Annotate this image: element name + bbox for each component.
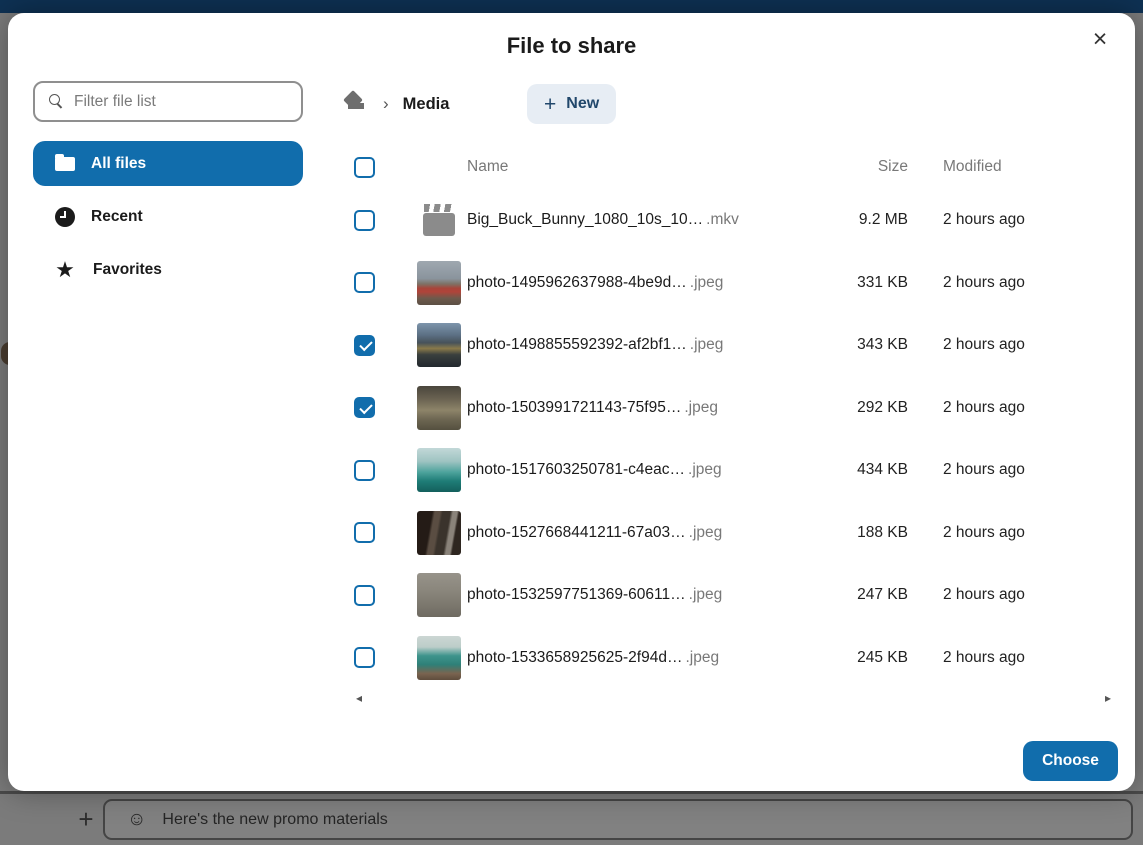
scroll-right-icon[interactable]: ▸ (1105, 691, 1111, 705)
chat-message-bar: + ☺ Here's the new promo materials (0, 791, 1143, 845)
file-modified: 2 hours ago (943, 524, 1025, 541)
sidebar-item-all-files[interactable]: All files (33, 141, 303, 186)
file-extension: .jpeg (690, 336, 724, 354)
file-name: Big_Buck_Bunny_1080_10s_10… (467, 211, 703, 229)
file-row[interactable]: photo-1533658925625-2f94d… .jpeg 245 KB … (354, 627, 1115, 690)
file-checkbox[interactable] (354, 522, 375, 543)
file-size: 188 KB (857, 524, 908, 541)
top-navbar (0, 0, 1143, 13)
new-button-label: New (566, 95, 599, 113)
file-modified: 2 hours ago (943, 211, 1025, 228)
sidebar: All files Recent ★ Favorites (33, 141, 303, 292)
file-modified: 2 hours ago (943, 586, 1025, 603)
file-checkbox[interactable] (354, 460, 375, 481)
chat-attach-button: + (70, 800, 102, 840)
file-size: 245 KB (857, 649, 908, 666)
file-checkbox[interactable] (354, 335, 375, 356)
file-thumbnail (417, 448, 461, 492)
choose-button[interactable]: Choose (1023, 741, 1118, 781)
file-thumbnail (417, 636, 461, 680)
sidebar-item-label: All files (91, 155, 146, 173)
file-row[interactable]: photo-1503991721143-75f95… .jpeg 292 KB … (354, 377, 1115, 440)
chat-message-input: ☺ Here's the new promo materials (103, 799, 1133, 840)
file-row[interactable]: photo-1495962637988-4be9d… .jpeg 331 KB … (354, 252, 1115, 315)
file-extension: .jpeg (689, 524, 723, 542)
file-modified: 2 hours ago (943, 461, 1025, 478)
dialog-title: File to share (8, 33, 1135, 59)
file-name: photo-1533658925625-2f94d… (467, 649, 682, 667)
file-size: 343 KB (857, 336, 908, 353)
file-extension: .jpeg (690, 274, 724, 292)
file-size: 331 KB (857, 274, 908, 291)
file-modified: 2 hours ago (943, 399, 1025, 416)
file-name: photo-1495962637988-4be9d… (467, 274, 687, 292)
sidebar-item-label: Recent (91, 208, 143, 226)
file-thumbnail (417, 261, 461, 305)
file-row[interactable]: photo-1527668441211-67a03… .jpeg 188 KB … (354, 502, 1115, 565)
file-extension: .jpeg (685, 649, 719, 667)
file-modified: 2 hours ago (943, 274, 1025, 291)
file-table: Name Size Modified Big_Buck_Bunny_1080_1… (354, 145, 1115, 689)
file-row[interactable]: photo-1517603250781-c4eac… .jpeg 434 KB … (354, 439, 1115, 502)
file-thumbnail (417, 386, 461, 430)
file-checkbox[interactable] (354, 647, 375, 668)
search-icon (49, 94, 65, 110)
star-icon: ★ (53, 259, 77, 281)
close-icon[interactable]: × (1083, 23, 1117, 57)
file-checkbox[interactable] (354, 397, 375, 418)
file-name: photo-1527668441211-67a03… (467, 524, 686, 542)
home-icon[interactable] (345, 94, 367, 114)
file-checkbox[interactable] (354, 210, 375, 231)
column-header-modified[interactable]: Modified (943, 158, 1002, 175)
file-extension: .mkv (706, 211, 739, 229)
scroll-left-icon[interactable]: ◂ (356, 691, 362, 705)
file-modified: 2 hours ago (943, 649, 1025, 666)
file-extension: .jpeg (689, 586, 723, 604)
breadcrumb: › Media (345, 84, 449, 124)
emoji-picker-icon: ☺ (127, 810, 146, 829)
horizontal-scrollbar: ◂ ▸ (354, 691, 1115, 707)
breadcrumb-current-folder[interactable]: Media (403, 95, 450, 114)
chat-message-text: Here's the new promo materials (162, 811, 387, 829)
file-modified: 2 hours ago (943, 336, 1025, 353)
folder-icon (55, 157, 75, 171)
sidebar-item-label: Favorites (93, 261, 162, 279)
file-row[interactable]: photo-1532597751369-60611… .jpeg 247 KB … (354, 564, 1115, 627)
filter-placeholder: Filter file list (74, 93, 156, 111)
file-size: 9.2 MB (859, 211, 908, 228)
chevron-right-icon: › (383, 94, 389, 114)
file-checkbox[interactable] (354, 585, 375, 606)
file-size: 292 KB (857, 399, 908, 416)
file-name: photo-1498855592392-af2bf1… (467, 336, 687, 354)
file-row[interactable]: photo-1498855592392-af2bf1… .jpeg 343 KB… (354, 314, 1115, 377)
plus-icon: + (544, 94, 556, 115)
file-list: Big_Buck_Bunny_1080_10s_10… .mkv 9.2 MB … (354, 189, 1115, 689)
file-picker-dialog: File to share × Filter file list › Media… (8, 13, 1135, 791)
file-thumbnail (417, 511, 461, 555)
file-name: photo-1503991721143-75f95… (467, 399, 681, 417)
file-row[interactable]: Big_Buck_Bunny_1080_10s_10… .mkv 9.2 MB … (354, 189, 1115, 252)
new-button[interactable]: + New (527, 84, 616, 124)
file-extension: .jpeg (688, 461, 722, 479)
sidebar-item-recent[interactable]: Recent (33, 194, 303, 239)
file-thumbnail (417, 573, 461, 617)
file-extension: .jpeg (684, 399, 718, 417)
table-header: Name Size Modified (354, 145, 1115, 189)
file-checkbox[interactable] (354, 272, 375, 293)
select-all-checkbox[interactable] (354, 157, 375, 178)
filter-input[interactable]: Filter file list (33, 81, 303, 122)
sidebar-item-favorites[interactable]: ★ Favorites (33, 247, 303, 292)
column-header-name[interactable]: Name (467, 158, 508, 176)
file-name: photo-1532597751369-60611… (467, 586, 686, 604)
file-size: 247 KB (857, 586, 908, 603)
clock-icon (55, 207, 75, 227)
file-name: photo-1517603250781-c4eac… (467, 461, 685, 479)
file-size: 434 KB (857, 461, 908, 478)
file-thumbnail (417, 198, 461, 242)
file-thumbnail (417, 323, 461, 367)
column-header-size[interactable]: Size (878, 158, 908, 175)
